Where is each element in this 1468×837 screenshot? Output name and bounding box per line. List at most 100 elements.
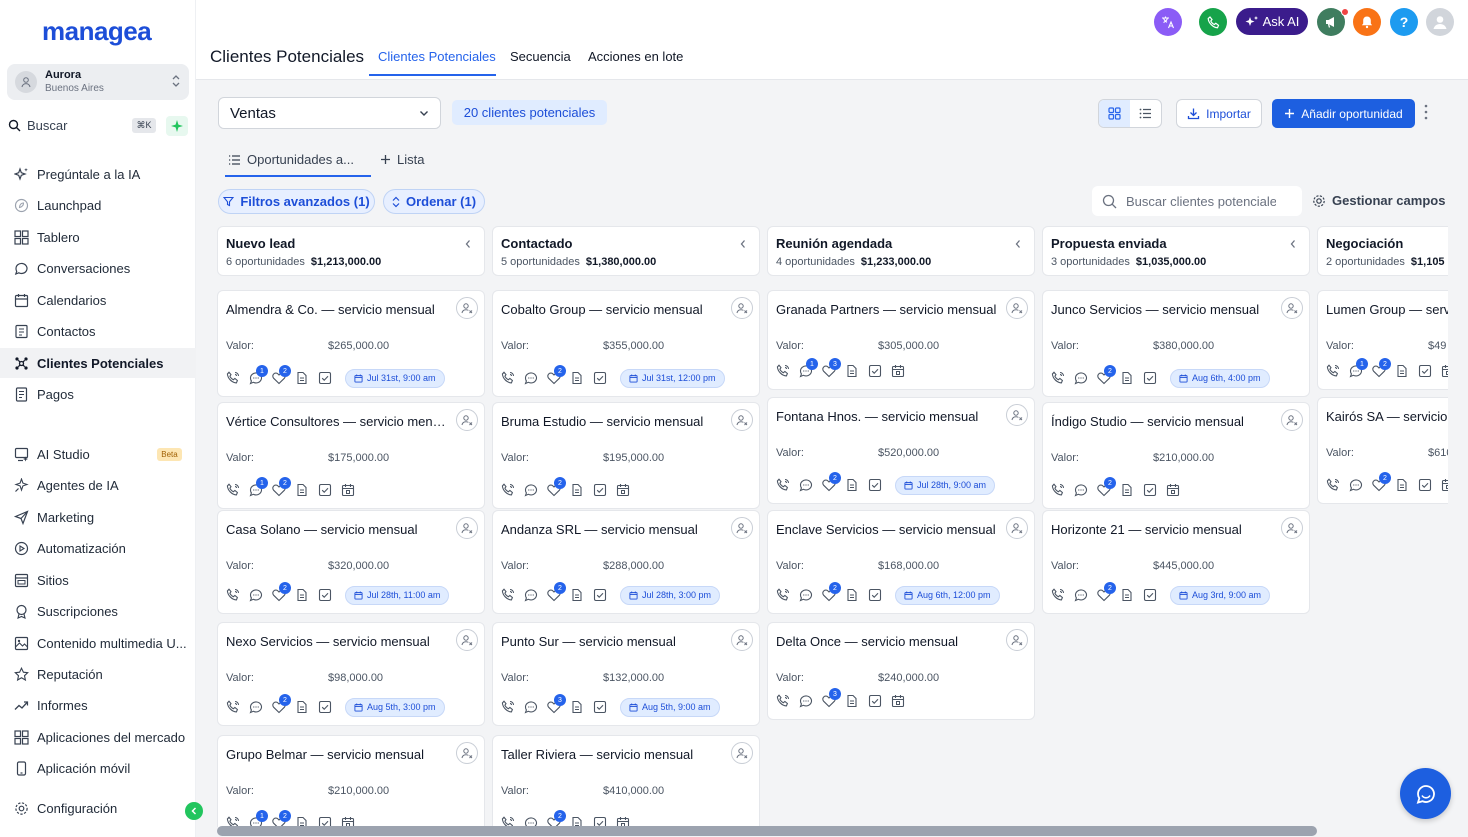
document-icon[interactable]	[295, 813, 318, 827]
more-options-button[interactable]	[1424, 104, 1428, 120]
message-icon[interactable]	[1349, 475, 1372, 495]
assign-user-button[interactable]	[1281, 409, 1303, 431]
assign-user-button[interactable]	[731, 629, 753, 651]
sidebar-item-image[interactable]: Contenido multimedia U...	[0, 628, 196, 658]
sidebar-item-chat[interactable]: Conversaciones	[0, 253, 196, 283]
location-switcher[interactable]: Aurora Buenos Aires	[7, 64, 189, 100]
tag-icon[interactable]: 3	[822, 688, 845, 711]
calendar-icon[interactable]	[616, 813, 639, 827]
opportunity-card[interactable]: Junco Servicios — servicio mensual Valor:…	[1042, 290, 1310, 397]
message-icon[interactable]: 1	[1349, 358, 1372, 381]
appointment-chip[interactable]: Aug 3rd, 9:00 am	[1170, 585, 1271, 605]
document-icon[interactable]	[295, 368, 318, 388]
message-icon[interactable]	[524, 813, 547, 827]
document-icon[interactable]	[1395, 475, 1418, 495]
chat-widget-button[interactable]	[1400, 768, 1451, 819]
message-icon[interactable]	[1074, 585, 1097, 605]
sidebar-item-rocket[interactable]: Launchpad	[0, 190, 196, 220]
tag-icon[interactable]: 2	[547, 810, 570, 827]
calendar-icon[interactable]	[891, 361, 914, 381]
assign-user-button[interactable]	[1281, 297, 1303, 319]
opportunity-card[interactable]: Kairós SA — servicio mensual Valor: $610 2	[1317, 397, 1448, 504]
document-icon[interactable]	[295, 480, 318, 500]
tag-icon[interactable]: 2	[1372, 358, 1395, 381]
phone-icon[interactable]	[501, 585, 524, 605]
calendar-icon[interactable]	[1441, 361, 1448, 381]
tag-icon[interactable]: 2	[272, 694, 295, 717]
opportunity-card[interactable]: Cobalto Group — servicio mensual Valor: $3…	[492, 290, 760, 397]
appointment-chip[interactable]: Aug 6th, 4:00 pm	[1170, 368, 1270, 388]
sidebar-item-star[interactable]: Reputación	[0, 659, 196, 689]
sidebar-item-calendar[interactable]: Calendarios	[0, 285, 196, 315]
assign-user-button[interactable]	[1281, 517, 1303, 539]
brand-logo[interactable]: managea	[42, 16, 152, 47]
document-icon[interactable]	[845, 361, 868, 381]
subtab-opportunities[interactable]: Oportunidades a...	[228, 152, 354, 167]
pipeline-select[interactable]: Ventas	[218, 97, 441, 129]
leads-search-input[interactable]	[1126, 193, 1276, 209]
opportunity-card[interactable]: Granada Partners — servicio mensual Valor…	[767, 290, 1035, 390]
phone-icon[interactable]	[1051, 585, 1074, 605]
opportunity-card[interactable]: Taller Riviera — servicio mensual Valor: $…	[492, 735, 760, 827]
user-avatar[interactable]	[1426, 8, 1454, 36]
tag-icon[interactable]: 2	[272, 477, 295, 500]
sidebar-item-mobile[interactable]: Aplicación móvil	[0, 753, 196, 783]
message-icon[interactable]: 1	[799, 358, 822, 381]
document-icon[interactable]	[1120, 480, 1143, 500]
message-icon[interactable]	[799, 585, 822, 605]
sidebar-item-receipt[interactable]: Pagos	[0, 379, 196, 409]
collapse-column-button[interactable]	[1289, 239, 1297, 249]
message-icon[interactable]: 1	[249, 365, 272, 388]
add-opportunity-button[interactable]: Añadir oportunidad	[1272, 99, 1415, 128]
assign-user-button[interactable]	[456, 297, 478, 319]
phone-icon[interactable]	[226, 368, 249, 388]
appointment-chip[interactable]: Aug 5th, 9:00 am	[620, 697, 720, 717]
document-icon[interactable]	[845, 585, 868, 605]
add-list-button[interactable]: Lista	[380, 152, 424, 167]
opportunity-card[interactable]: Punto Sur — servicio mensual Valor: $132,0…	[492, 622, 760, 726]
calendar-icon[interactable]	[1441, 475, 1448, 495]
opportunity-card[interactable]: Lumen Group — servicio mensual Valor: $49 1…	[1317, 290, 1448, 390]
message-icon[interactable]	[799, 691, 822, 711]
document-icon[interactable]	[570, 480, 593, 500]
document-icon[interactable]	[570, 697, 593, 717]
phone-icon[interactable]	[1051, 368, 1074, 388]
calendar-icon[interactable]	[1166, 480, 1189, 500]
task-icon[interactable]	[593, 585, 616, 605]
task-icon[interactable]	[318, 813, 341, 827]
task-icon[interactable]	[1143, 480, 1166, 500]
document-icon[interactable]	[570, 368, 593, 388]
sidebar-item-pipeline[interactable]: Clientes Potenciales	[0, 348, 196, 378]
appointment-chip[interactable]: Jul 28th, 9:00 am	[895, 475, 996, 495]
opportunity-card[interactable]: Fontana Hnos. — servicio mensual Valor: $5…	[767, 397, 1035, 504]
task-icon[interactable]	[593, 368, 616, 388]
appointment-chip[interactable]: Jul 31st, 12:00 pm	[620, 368, 725, 388]
task-icon[interactable]	[1143, 585, 1166, 605]
document-icon[interactable]	[1120, 368, 1143, 388]
document-icon[interactable]	[845, 475, 868, 495]
message-icon[interactable]	[524, 697, 547, 717]
sidebar-item-automation[interactable]: Automatización	[0, 533, 196, 563]
message-icon[interactable]	[524, 480, 547, 500]
list-view-button[interactable]	[1130, 100, 1161, 127]
opportunity-card[interactable]: Casa Solano — servicio mensual Valor: $320…	[217, 510, 485, 614]
assign-user-button[interactable]	[731, 297, 753, 319]
calendar-icon[interactable]	[616, 480, 639, 500]
task-icon[interactable]	[868, 361, 891, 381]
board-view-button[interactable]	[1099, 100, 1130, 127]
tag-icon[interactable]: 2	[272, 365, 295, 388]
notifications-button[interactable]	[1353, 8, 1381, 36]
appointment-chip[interactable]: Aug 6th, 12:00 pm	[895, 585, 1000, 605]
opportunity-card[interactable]: Almendra & Co. — servicio mensual Valor: $…	[217, 290, 485, 397]
phone-icon[interactable]	[501, 480, 524, 500]
ask-ai-button[interactable]: Ask AI	[1236, 8, 1308, 35]
calendar-icon[interactable]	[891, 691, 914, 711]
sidebar-item-trend[interactable]: Informes	[0, 690, 196, 720]
assign-user-button[interactable]	[456, 629, 478, 651]
task-icon[interactable]	[1143, 368, 1166, 388]
message-icon[interactable]	[1074, 480, 1097, 500]
message-icon[interactable]	[799, 475, 822, 495]
message-icon[interactable]: 1	[249, 477, 272, 500]
appointment-chip[interactable]: Aug 5th, 3:00 pm	[345, 697, 445, 717]
phone-button[interactable]	[1199, 8, 1227, 36]
